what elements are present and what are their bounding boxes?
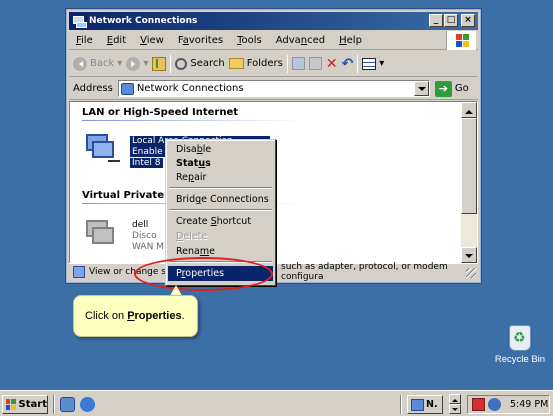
folders-button[interactable]: Folders xyxy=(228,58,283,69)
search-button[interactable]: Search xyxy=(175,57,225,70)
menu-item-disable[interactable]: Disable xyxy=(168,142,273,157)
lan-connection-icon[interactable] xyxy=(84,132,120,162)
system-tray: 5:49 PM xyxy=(467,395,550,414)
taskbar-separator xyxy=(53,395,55,414)
recycle-bin[interactable]: Recycle Bin xyxy=(494,325,546,373)
back-arrow-icon xyxy=(73,56,87,71)
toolbar-separator xyxy=(357,54,359,73)
back-button[interactable]: Back ▾ xyxy=(73,56,123,71)
delete-icon[interactable]: ✕ xyxy=(326,56,338,72)
standard-toolbar: Back ▾ ▾ Search Folders ✕ ↶ ▾ xyxy=(69,51,478,77)
window-controls: _ □ × xyxy=(429,14,475,27)
chevron-down-icon: ▾ xyxy=(379,58,385,69)
menu-separator xyxy=(169,209,272,211)
vpn-connection-item[interactable]: dell Disco WAN M xyxy=(132,220,164,253)
menu-favorites[interactable]: Favorites xyxy=(171,35,230,46)
go-arrow-icon: ➔ xyxy=(434,80,452,97)
connection-status: Disco xyxy=(132,231,157,241)
vpn-connection-icon[interactable] xyxy=(84,218,116,248)
toolbar-separator xyxy=(286,54,288,73)
recycle-bin-icon xyxy=(509,325,531,351)
address-label: Address xyxy=(73,83,113,94)
clock[interactable]: 5:49 PM xyxy=(510,399,548,410)
connection-device: Intel 8 xyxy=(130,158,163,168)
menu-help[interactable]: Help xyxy=(332,35,369,46)
network-connections-icon xyxy=(411,398,424,411)
views-icon xyxy=(362,57,377,70)
network-connections-icon xyxy=(120,82,134,95)
windows-logo-icon xyxy=(446,31,476,50)
callout-prefix: Click on xyxy=(85,310,125,322)
scroll-up-button[interactable] xyxy=(449,394,461,404)
callout-target: Properties xyxy=(127,310,182,322)
scroll-thumb[interactable] xyxy=(461,118,477,214)
start-button[interactable]: Start xyxy=(2,395,48,414)
taskbar-separator xyxy=(400,395,402,414)
menu-item-create-shortcut[interactable]: Create Shortcut xyxy=(168,214,273,229)
taskbar-scroll[interactable] xyxy=(449,394,461,415)
menu-tools[interactable]: Tools xyxy=(230,35,269,46)
section-title-vpn: Virtual Private N xyxy=(82,190,176,201)
folders-icon xyxy=(228,58,244,69)
address-value: Network Connections xyxy=(136,83,244,94)
resize-grip[interactable] xyxy=(466,268,476,278)
title-bar[interactable]: Network Connections _ □ × xyxy=(69,12,478,30)
menu-file[interactable]: File xyxy=(69,35,100,46)
network-connections-icon xyxy=(72,15,87,28)
forward-button[interactable]: ▾ xyxy=(126,56,149,71)
taskbar-button-network-connections[interactable]: N. xyxy=(407,395,443,414)
menu-item-status[interactable]: Status xyxy=(168,156,273,171)
move-to-icon[interactable] xyxy=(291,57,305,70)
connection-device: WAN M xyxy=(132,242,164,252)
up-folder-button[interactable] xyxy=(152,56,167,71)
menu-item-repair[interactable]: Repair xyxy=(168,170,273,185)
vertical-scrollbar[interactable] xyxy=(461,102,477,263)
internet-explorer-icon[interactable] xyxy=(80,397,95,412)
up-folder-icon xyxy=(152,56,167,71)
toolbar-separator xyxy=(170,54,172,73)
section-title-lan: LAN or High-Speed Internet xyxy=(82,107,239,118)
section-divider xyxy=(82,120,302,121)
views-button[interactable]: ▾ xyxy=(362,57,385,70)
callout-suffix: . xyxy=(181,310,185,322)
minimize-button[interactable]: _ xyxy=(429,14,443,27)
windows-flag-icon xyxy=(6,399,16,410)
address-field[interactable]: Network Connections xyxy=(117,80,430,97)
menu-separator xyxy=(169,187,272,189)
recycle-bin-label: Recycle Bin xyxy=(494,354,546,365)
maximize-button[interactable]: □ xyxy=(444,14,458,27)
chevron-down-icon: ▾ xyxy=(117,58,123,69)
menu-bar: File Edit View Favorites Tools Advanced … xyxy=(69,31,478,50)
menu-edit[interactable]: Edit xyxy=(100,35,133,46)
connection-status: Enable xyxy=(130,147,165,157)
copy-to-icon[interactable] xyxy=(308,57,322,70)
connection-name: dell xyxy=(132,220,149,230)
show-desktop-icon[interactable] xyxy=(60,397,75,412)
chevron-down-icon: ▾ xyxy=(143,58,149,69)
network-icon xyxy=(73,266,85,278)
network-status-icon[interactable] xyxy=(488,398,501,411)
scroll-down-button[interactable] xyxy=(449,404,461,414)
menu-item-bridge-connections[interactable]: Bridge Connections xyxy=(168,192,273,207)
search-icon xyxy=(175,57,188,70)
scroll-up-button[interactable] xyxy=(461,102,477,118)
menu-item-delete: Delete xyxy=(176,231,208,242)
address-dropdown-button[interactable] xyxy=(413,81,429,96)
status-text-right: such as adapter, protocol, or modem conf… xyxy=(281,262,448,282)
go-button[interactable]: ➔ Go xyxy=(434,80,469,97)
window-title: Network Connections xyxy=(89,16,198,26)
instruction-callout: Click on Properties. xyxy=(73,295,198,337)
taskbar: Start N. 5:49 PM xyxy=(0,390,553,416)
address-bar: Address Network Connections ➔ Go xyxy=(69,78,478,100)
desktop: Network Connections _ □ × File Edit View… xyxy=(0,0,553,390)
forward-arrow-icon xyxy=(126,56,141,71)
close-button[interactable]: × xyxy=(461,14,475,27)
undo-icon[interactable]: ↶ xyxy=(342,56,354,72)
properties-highlight-ellipse xyxy=(134,257,273,291)
security-alert-icon[interactable] xyxy=(472,398,485,411)
scroll-down-button[interactable] xyxy=(461,247,477,263)
menu-advanced[interactable]: Advanced xyxy=(269,35,332,46)
menu-view[interactable]: View xyxy=(133,35,171,46)
